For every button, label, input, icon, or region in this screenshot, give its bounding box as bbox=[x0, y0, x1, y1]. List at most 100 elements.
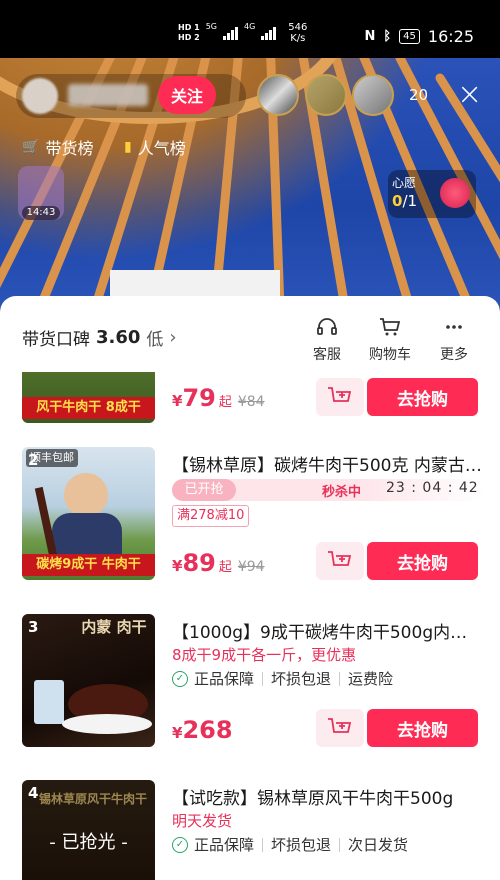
status-bar: HD 1 HD 2 5G 4G 546 K/s N ᛒ 45 16:25 bbox=[0, 0, 500, 58]
add-to-cart-button[interactable] bbox=[316, 709, 364, 747]
network-indicators: HD 1 HD 2 5G 4G 546 K/s bbox=[178, 22, 307, 44]
price-value: 268 bbox=[182, 716, 233, 744]
sales-rank-button[interactable]: 🛒 带货榜 bbox=[22, 136, 93, 158]
clock: 16:25 bbox=[427, 27, 474, 46]
tag-1: 正品保障 bbox=[194, 836, 255, 854]
signal-bars-icon-2 bbox=[261, 26, 277, 40]
index-number: 4 bbox=[28, 784, 39, 802]
cart-button[interactable]: 购物车 bbox=[362, 314, 418, 364]
gift-timer: 14:43 bbox=[22, 206, 60, 220]
index-number: 2 bbox=[28, 451, 39, 469]
product-title-4[interactable]: 【试吃款】锡林草原风干牛肉干500g bbox=[172, 784, 484, 809]
product-item-1[interactable]: 风干牛肉干 8成干 ¥ 79 起 ¥84 去抢购 bbox=[0, 372, 500, 424]
item-index: 2 bbox=[28, 451, 38, 469]
price-suffix: 起 bbox=[218, 395, 232, 410]
tag-2: 坏损包退 bbox=[271, 836, 332, 854]
flash-label: 秒杀中 bbox=[322, 485, 362, 500]
buy-now-button[interactable]: 去抢购 bbox=[367, 709, 478, 747]
thumb-banner-2: 碳烤9成干 牛肉干 bbox=[22, 554, 155, 576]
rating-label: 带货口碑 bbox=[22, 330, 90, 350]
price-value: 89 bbox=[182, 549, 216, 577]
popularity-rank-label: 人气榜 bbox=[137, 139, 186, 158]
hd2-label: HD 2 bbox=[178, 33, 200, 42]
wish-current: 0 bbox=[392, 192, 403, 210]
buy-now-button[interactable]: 去抢购 bbox=[367, 542, 478, 580]
tag-3: 次日发货 bbox=[348, 836, 409, 854]
check-icon: ✓ bbox=[172, 670, 188, 687]
flash-tag: 已开抢 bbox=[172, 479, 236, 501]
product-thumb-3[interactable]: 3 内蒙 肉干 bbox=[22, 614, 155, 747]
seller-rating[interactable]: 带货口碑 3.60 低 › bbox=[22, 325, 177, 350]
product-list[interactable]: 风干牛肉干 8成干 ¥ 79 起 ¥84 去抢购 2 顺丰包邮 碳烤9成干 牛肉… bbox=[0, 372, 500, 880]
product-thumb-1[interactable]: 风干牛肉干 8成干 bbox=[22, 372, 155, 423]
net2-label: 4G bbox=[243, 22, 256, 31]
sheet-header: 带货口碑 3.60 低 › 客服 购物车 更多 bbox=[0, 296, 500, 372]
popularity-rank-button[interactable]: ▮ 人气榜 bbox=[124, 136, 186, 158]
signal-bars-icon bbox=[222, 26, 238, 40]
guarantee-tags: ✓ 正品保障 坏损包退 次日发货 bbox=[172, 834, 408, 855]
product-thumb-4[interactable]: 4 锡林草原风干牛肉干 - 已抢光 - bbox=[22, 780, 155, 880]
add-to-cart-button[interactable] bbox=[316, 378, 364, 416]
streamer-avatar[interactable] bbox=[22, 78, 58, 114]
add-to-cart-button[interactable] bbox=[316, 542, 364, 580]
product-item-3[interactable]: 3 内蒙 肉干 【1000g】9成干碳烤牛肉干500g内蒙古 8成干9成干各一斤… bbox=[0, 614, 500, 774]
cart-rank-icon: 🛒 bbox=[22, 139, 40, 155]
currency-symbol: ¥ bbox=[172, 392, 183, 410]
check-icon: ✓ bbox=[172, 836, 188, 853]
hd-badges: HD 1 HD 2 bbox=[178, 23, 200, 43]
speed-value: 546 bbox=[288, 22, 308, 33]
product-title-3[interactable]: 【1000g】9成干碳烤牛肉干500g内蒙古 bbox=[172, 618, 484, 643]
sales-rank-label: 带货榜 bbox=[45, 139, 94, 158]
close-icon[interactable]: × bbox=[457, 80, 482, 110]
chevron-right-icon: › bbox=[169, 327, 177, 348]
wish-label: 心愿 bbox=[392, 176, 417, 190]
add-cart-icon bbox=[328, 387, 352, 402]
countdown: 23 : 04 : 42 bbox=[386, 480, 479, 496]
price-3: ¥ 268 bbox=[172, 716, 233, 744]
speed-unit: K/s bbox=[290, 33, 306, 44]
viewer-avatar-3[interactable] bbox=[352, 74, 394, 116]
add-cart-icon bbox=[328, 718, 352, 733]
product-item-4[interactable]: 4 锡林草原风干牛肉干 - 已抢光 - 【试吃款】锡林草原风干牛肉干500g 明… bbox=[0, 780, 500, 880]
price-2: ¥ 89 起 ¥94 bbox=[172, 549, 265, 577]
sold-out-label: - 已抢光 - bbox=[49, 832, 128, 853]
currency-symbol: ¥ bbox=[172, 724, 183, 742]
follow-button[interactable]: 关注 bbox=[158, 76, 216, 114]
price-value: 79 bbox=[182, 384, 216, 412]
promo-text: 明天发货 bbox=[172, 812, 233, 830]
viewer-avatar-1[interactable] bbox=[257, 74, 299, 116]
person-face bbox=[64, 473, 108, 517]
live-shopping-screen: HD 1 HD 2 5G 4G 546 K/s N ᛒ 45 16:25 关注 … bbox=[0, 0, 500, 880]
bluetooth-icon: ᛒ bbox=[383, 29, 392, 44]
live-video[interactable]: 关注 20 × 🛒 带货榜 ▮ 人气榜 14:43 心愿 0/1 bbox=[0, 58, 500, 308]
buy-now-button[interactable]: 去抢购 bbox=[367, 378, 478, 416]
headset-icon bbox=[299, 314, 355, 340]
tool-label-service: 客服 bbox=[313, 347, 341, 363]
more-button[interactable]: 更多 bbox=[426, 314, 482, 364]
promo-text: 8成干9成干各一斤，更优惠 bbox=[172, 646, 357, 664]
price-1: ¥ 79 起 ¥84 bbox=[172, 384, 265, 412]
product-title-2[interactable]: 【锡林草原】碳烤牛肉干500克 内蒙古特产 bbox=[172, 451, 484, 476]
plate bbox=[62, 714, 152, 734]
product-item-2[interactable]: 2 顺丰包邮 碳烤9成干 牛肉干 【锡林草原】碳烤牛肉干500克 内蒙古特产 已… bbox=[0, 447, 500, 607]
cart-icon bbox=[362, 314, 418, 340]
tool-label-cart: 购物车 bbox=[369, 347, 411, 363]
tag-3: 运费险 bbox=[348, 670, 394, 688]
wish-progress: 0/1 bbox=[392, 192, 417, 210]
customer-service-button[interactable]: 客服 bbox=[299, 314, 355, 364]
viewer-avatar-2[interactable] bbox=[305, 74, 347, 116]
wish-total: /1 bbox=[402, 192, 418, 210]
more-icon bbox=[426, 314, 482, 340]
rating-value: 3.60 bbox=[96, 327, 141, 348]
nfc-icon: N bbox=[364, 29, 376, 44]
currency-symbol: ¥ bbox=[172, 557, 183, 575]
tag-2: 坏损包退 bbox=[271, 670, 332, 688]
viewer-count: 20 bbox=[409, 86, 429, 104]
original-price: ¥84 bbox=[237, 394, 265, 410]
product-thumb-2[interactable]: 2 顺丰包邮 碳烤9成干 牛肉干 bbox=[22, 447, 155, 580]
flower-icon bbox=[440, 178, 470, 208]
network-speed: 546 K/s bbox=[288, 22, 307, 44]
package-bag bbox=[34, 680, 64, 724]
product-sheet: 带货口碑 3.60 低 › 客服 购物车 更多 风干牛肉干 8成干 ¥ 79 起… bbox=[0, 296, 500, 880]
guarantee-tags: ✓ 正品保障 坏损包退 运费险 bbox=[172, 668, 393, 689]
